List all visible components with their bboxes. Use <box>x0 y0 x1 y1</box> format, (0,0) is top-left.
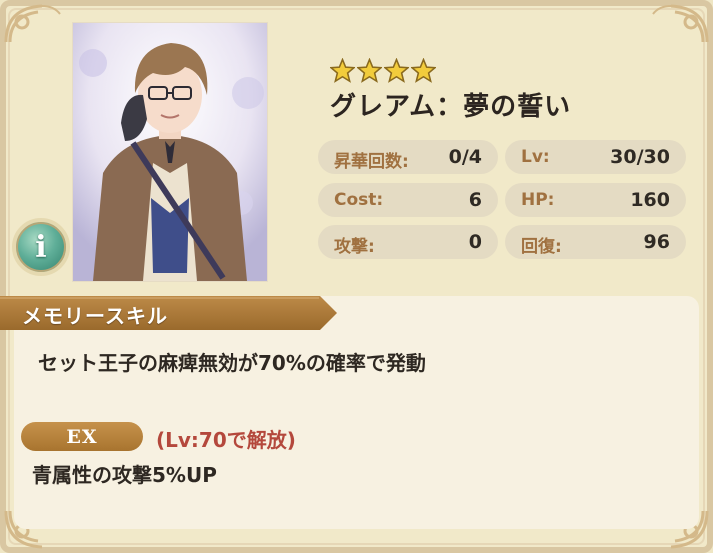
character-portrait <box>72 22 268 282</box>
stat-value: 6 <box>468 189 482 211</box>
stat-heal: 回復: 96 <box>505 225 686 259</box>
card-name: グレアム：夢の誓い <box>330 92 572 122</box>
stat-cost: Cost: 6 <box>318 183 498 217</box>
info-button[interactable]: i <box>12 218 70 276</box>
stat-value: 0 <box>468 231 482 253</box>
stat-value: 0/4 <box>448 146 482 168</box>
stat-label: 攻撃: <box>334 237 375 257</box>
stat-awakening-count: 昇華回数: 0/4 <box>318 140 498 174</box>
stat-attack: 攻撃: 0 <box>318 225 498 259</box>
stat-label: Cost: <box>334 190 384 210</box>
stat-level: Lv: 30/30 <box>505 140 686 174</box>
stat-label: Lv: <box>521 147 550 167</box>
star-icon <box>330 58 355 83</box>
stat-label: HP: <box>521 190 555 210</box>
stat-label: 回復: <box>521 237 562 257</box>
memory-skill-description: セット王子の麻痺無効が70%の確率で発動 <box>38 351 426 375</box>
stat-value: 30/30 <box>610 146 670 168</box>
corner-ornament <box>652 4 709 43</box>
ex-badge: EX <box>21 422 143 451</box>
ex-unlock-condition: (Lv:70で解放) <box>156 428 296 452</box>
stat-hp: HP: 160 <box>505 183 686 217</box>
memory-skill-header: メモリースキル <box>22 304 168 328</box>
star-icon <box>357 58 382 83</box>
character-illustration <box>73 23 267 281</box>
stat-label: 昇華回数: <box>334 152 409 172</box>
stat-value: 96 <box>643 231 670 253</box>
stat-value: 160 <box>630 189 670 211</box>
star-icon <box>411 58 436 83</box>
rarity-stars <box>330 58 436 83</box>
memory-skill-panel <box>14 296 699 529</box>
star-icon <box>384 58 409 83</box>
ex-badge-label: EX <box>66 425 98 448</box>
ex-effect-description: 青属性の攻撃5%UP <box>32 463 217 487</box>
corner-ornament <box>4 4 61 43</box>
info-icon: i <box>35 229 47 265</box>
